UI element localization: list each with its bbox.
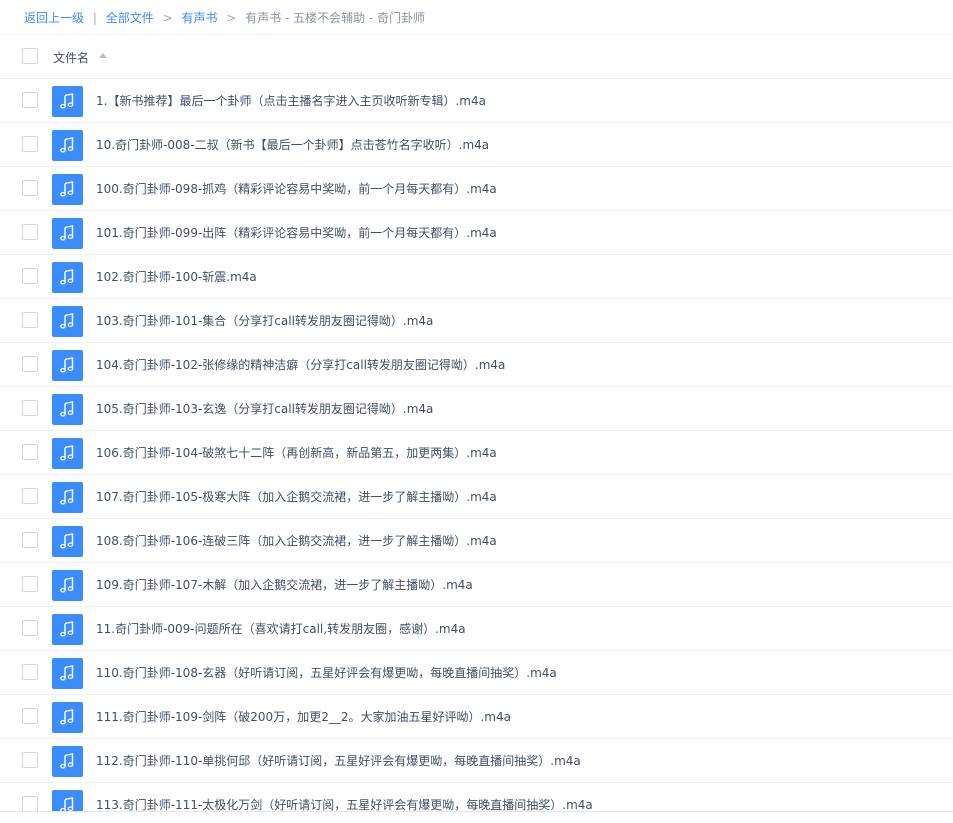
music-note-icon[interactable]	[52, 130, 83, 161]
file-checkbox[interactable]	[22, 576, 38, 592]
select-all-checkbox[interactable]	[22, 48, 38, 64]
music-note-icon[interactable]	[52, 746, 83, 777]
music-note-icon[interactable]	[52, 482, 83, 513]
file-name[interactable]: 113.奇门卦师-111-太极化万剑（好听请订阅，五星好评会有爆更呦，每晚直播间…	[96, 783, 593, 811]
audiobook-folder-link[interactable]: 有声书	[181, 11, 217, 25]
file-row[interactable]: 109.奇门卦师-107-木解（加入企鹅交流裙，进一步了解主播呦）.m4a	[0, 563, 953, 607]
file-checkbox[interactable]	[22, 400, 38, 416]
file-row[interactable]: 107.奇门卦师-105-极寒大阵（加入企鹅交流裙，进一步了解主播呦）.m4a	[0, 475, 953, 519]
file-name[interactable]: 100.奇门卦师-098-抓鸡（精彩评论容易中奖呦，前一个月每天都有）.m4a	[96, 167, 497, 211]
music-note-icon[interactable]	[52, 570, 83, 601]
sort-ascending-icon[interactable]	[99, 53, 107, 58]
file-name[interactable]: 105.奇门卦师-103-玄逸（分享打call转发朋友圈记得呦）.m4a	[96, 387, 433, 431]
breadcrumb-divider: |	[92, 11, 97, 25]
file-name[interactable]: 104.奇门卦师-102-张修缘的精神洁癖（分享打call转发朋友圈记得呦）.m…	[96, 343, 505, 387]
file-row[interactable]: 103.奇门卦师-101-集合（分享打call转发朋友圈记得呦）.m4a	[0, 299, 953, 343]
file-row[interactable]: 101.奇门卦师-099-出阵（精彩评论容易中奖呦，前一个月每天都有）.m4a	[0, 211, 953, 255]
music-note-icon[interactable]	[52, 658, 83, 689]
file-list: 1.【新书推荐】最后一个卦师（点击主播名字进入主页收听新专辑）.m4a 10.奇门…	[0, 79, 953, 811]
file-row[interactable]: 102.奇门卦师-100-斩震.m4a	[0, 255, 953, 299]
file-name[interactable]: 11.奇门卦师-009-问题所在（喜欢请打call,转发朋友圈，感谢）.m4a	[96, 607, 466, 651]
file-row[interactable]: 100.奇门卦师-098-抓鸡（精彩评论容易中奖呦，前一个月每天都有）.m4a	[0, 167, 953, 211]
file-row[interactable]: 105.奇门卦师-103-玄逸（分享打call转发朋友圈记得呦）.m4a	[0, 387, 953, 431]
file-name[interactable]: 111.奇门卦师-109-剑阵（破200万，加更2__2。大家加油五星好评呦）.…	[96, 695, 511, 739]
file-checkbox[interactable]	[22, 224, 38, 240]
music-note-icon[interactable]	[52, 702, 83, 733]
file-row[interactable]: 106.奇门卦师-104-破煞七十二阵（再创新高，新品第五，加更两集）.m4a	[0, 431, 953, 475]
file-checkbox[interactable]	[22, 796, 38, 811]
breadcrumb: 返回上一级 | 全部文件 > 有声书 > 有声书 - 五楼不会辅助 - 奇门卦师	[24, 10, 425, 26]
music-note-icon[interactable]	[52, 614, 83, 645]
music-note-icon[interactable]	[52, 262, 83, 293]
file-name[interactable]: 108.奇门卦师-106-连破三阵（加入企鹅交流裙，进一步了解主播呦）.m4a	[96, 519, 497, 563]
music-note-icon[interactable]	[52, 526, 83, 557]
music-note-icon[interactable]	[52, 790, 83, 811]
file-name[interactable]: 112.奇门卦师-110-单挑何邱（好听请订阅，五星好评会有爆更呦，每晚直播间抽…	[96, 739, 581, 783]
file-checkbox[interactable]	[22, 444, 38, 460]
file-row[interactable]: 104.奇门卦师-102-张修缘的精神洁癖（分享打call转发朋友圈记得呦）.m…	[0, 343, 953, 387]
music-note-icon[interactable]	[52, 306, 83, 337]
file-checkbox[interactable]	[22, 268, 38, 284]
file-name[interactable]: 10.奇门卦师-008-二叔（新书【最后一个卦师】点击苍竹名字收听）.m4a	[96, 123, 489, 167]
file-name[interactable]: 110.奇门卦师-108-玄器（好听请订阅，五星好评会有爆更呦，每晚直播间抽奖）…	[96, 651, 557, 695]
file-checkbox[interactable]	[22, 664, 38, 680]
file-checkbox[interactable]	[22, 708, 38, 724]
music-note-icon[interactable]	[52, 174, 83, 205]
file-row[interactable]: 111.奇门卦师-109-剑阵（破200万，加更2__2。大家加油五星好评呦）.…	[0, 695, 953, 739]
file-checkbox[interactable]	[22, 92, 38, 108]
all-files-link[interactable]: 全部文件	[106, 11, 154, 25]
file-checkbox[interactable]	[22, 180, 38, 196]
file-name[interactable]: 109.奇门卦师-107-木解（加入企鹅交流裙，进一步了解主播呦）.m4a	[96, 563, 473, 607]
breadcrumb-separator: >	[226, 11, 237, 25]
music-note-icon[interactable]	[52, 86, 83, 117]
file-checkbox[interactable]	[22, 488, 38, 504]
file-checkbox[interactable]	[22, 532, 38, 548]
breadcrumb-separator: >	[162, 11, 173, 25]
music-note-icon[interactable]	[52, 438, 83, 469]
back-link[interactable]: 返回上一级	[24, 11, 84, 25]
horizontal-scrollbar[interactable]	[0, 811, 953, 823]
music-note-icon[interactable]	[52, 350, 83, 381]
file-checkbox[interactable]	[22, 752, 38, 768]
file-name[interactable]: 107.奇门卦师-105-极寒大阵（加入企鹅交流裙，进一步了解主播呦）.m4a	[96, 475, 497, 519]
file-row[interactable]: 10.奇门卦师-008-二叔（新书【最后一个卦师】点击苍竹名字收听）.m4a	[0, 123, 953, 167]
file-row[interactable]: 1.【新书推荐】最后一个卦师（点击主播名字进入主页收听新专辑）.m4a	[0, 79, 953, 123]
file-checkbox[interactable]	[22, 620, 38, 636]
file-checkbox[interactable]	[22, 356, 38, 372]
filename-column-header[interactable]: 文件名	[53, 49, 89, 66]
file-row[interactable]: 112.奇门卦师-110-单挑何邱（好听请订阅，五星好评会有爆更呦，每晚直播间抽…	[0, 739, 953, 783]
file-row[interactable]: 108.奇门卦师-106-连破三阵（加入企鹅交流裙，进一步了解主播呦）.m4a	[0, 519, 953, 563]
file-name[interactable]: 106.奇门卦师-104-破煞七十二阵（再创新高，新品第五，加更两集）.m4a	[96, 431, 497, 475]
file-checkbox[interactable]	[22, 136, 38, 152]
music-note-icon[interactable]	[52, 218, 83, 249]
file-row[interactable]: 113.奇门卦师-111-太极化万剑（好听请订阅，五星好评会有爆更呦，每晚直播间…	[0, 783, 953, 811]
breadcrumb-current: 有声书 - 五楼不会辅助 - 奇门卦师	[245, 11, 426, 25]
file-checkbox[interactable]	[22, 312, 38, 328]
music-note-icon[interactable]	[52, 394, 83, 425]
file-name[interactable]: 102.奇门卦师-100-斩震.m4a	[96, 255, 257, 299]
file-name[interactable]: 101.奇门卦师-099-出阵（精彩评论容易中奖呦，前一个月每天都有）.m4a	[96, 211, 497, 255]
file-name[interactable]: 103.奇门卦师-101-集合（分享打call转发朋友圈记得呦）.m4a	[96, 299, 433, 343]
file-row[interactable]: 11.奇门卦师-009-问题所在（喜欢请打call,转发朋友圈，感谢）.m4a	[0, 607, 953, 651]
file-name[interactable]: 1.【新书推荐】最后一个卦师（点击主播名字进入主页收听新专辑）.m4a	[96, 79, 486, 123]
file-row[interactable]: 110.奇门卦师-108-玄器（好听请订阅，五星好评会有爆更呦，每晚直播间抽奖）…	[0, 651, 953, 695]
file-list-header: 文件名	[0, 34, 953, 79]
